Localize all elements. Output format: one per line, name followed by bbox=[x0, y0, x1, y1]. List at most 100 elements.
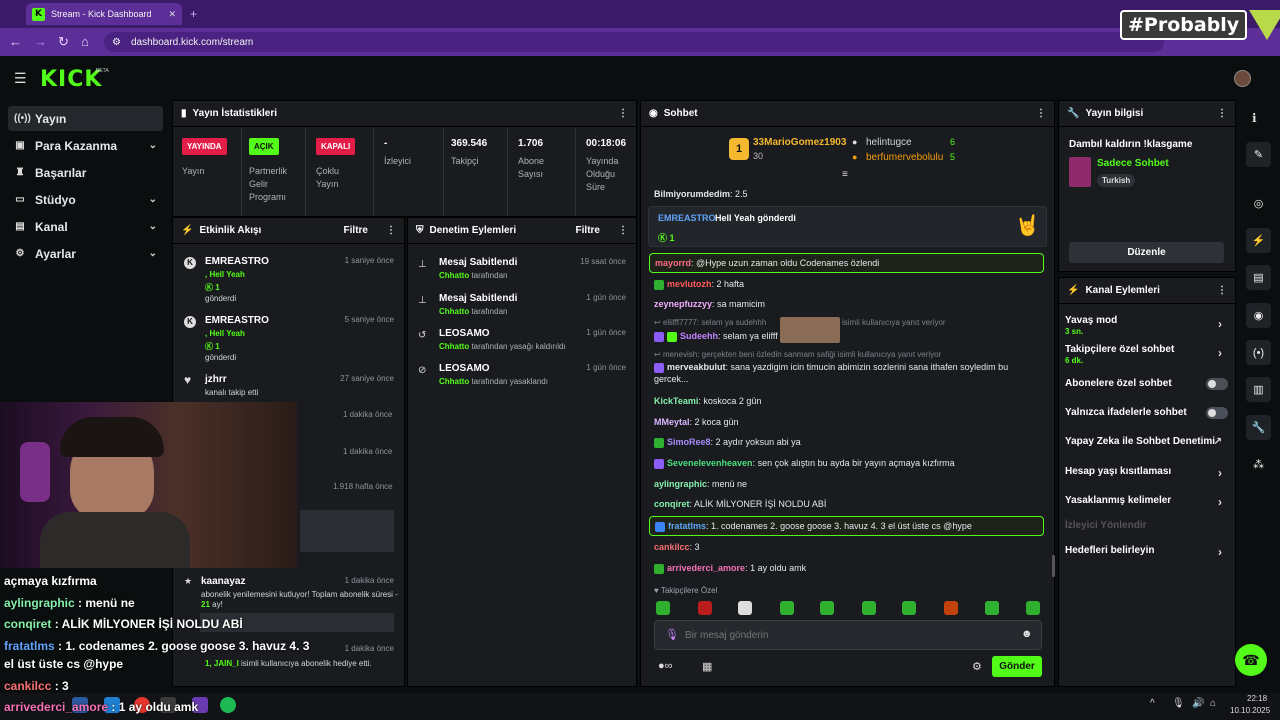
info-icon[interactable]: ℹ bbox=[1252, 111, 1257, 125]
nav-ayarlar[interactable]: ⚙ Ayarlar ⌄ bbox=[8, 241, 163, 266]
activity-user[interactable]: EMREASTRO bbox=[205, 315, 269, 326]
lightning-icon[interactable]: ⚡ bbox=[1246, 228, 1271, 253]
more-options-icon[interactable]: ⋮ bbox=[618, 108, 628, 119]
emote-icon[interactable] bbox=[738, 601, 752, 615]
moderation-action[interactable]: LEOSAMO bbox=[439, 328, 490, 339]
more-options-icon[interactable]: ⋮ bbox=[1036, 108, 1046, 119]
chat-user[interactable]: zeynepfuzzyy bbox=[654, 299, 712, 309]
send-button[interactable]: Gönder bbox=[992, 656, 1042, 677]
moderator-name[interactable]: Chhatto bbox=[439, 377, 469, 386]
chat-user[interactable]: KickTeami bbox=[654, 396, 698, 406]
emote-icon[interactable] bbox=[944, 601, 958, 615]
spotify-icon[interactable] bbox=[220, 697, 236, 713]
chat-scrollbar[interactable] bbox=[1052, 555, 1055, 577]
emote-icon[interactable] bbox=[698, 601, 712, 615]
chat-user[interactable]: mevlutozh bbox=[667, 279, 712, 289]
apps-icon[interactable]: ⁂ bbox=[1246, 452, 1271, 477]
home-icon[interactable]: ⌂ bbox=[81, 34, 89, 49]
forward-icon[interactable]: → bbox=[34, 34, 47, 49]
collapse-leaderboard-icon[interactable]: ≡ bbox=[842, 169, 848, 180]
back-icon[interactable]: ← bbox=[9, 34, 22, 49]
subscribers-only-toggle[interactable] bbox=[1206, 378, 1228, 390]
moderation-action[interactable]: LEOSAMO bbox=[439, 363, 490, 374]
stream-category[interactable]: Sadece Sohbet bbox=[1097, 158, 1169, 169]
chat-user[interactable]: Sudeehh bbox=[680, 331, 718, 341]
layout-icon[interactable]: ▥ bbox=[1246, 377, 1271, 402]
chat-user[interactable]: fratatlms bbox=[668, 521, 706, 531]
new-tab-icon[interactable]: + bbox=[190, 7, 197, 21]
emote-icon[interactable] bbox=[1026, 601, 1040, 615]
leader-name[interactable]: helintugce bbox=[866, 137, 912, 148]
nav-kanal[interactable]: ▤ Kanal ⌄ bbox=[8, 214, 163, 239]
mic-icon[interactable]: 🎙 bbox=[1172, 698, 1185, 709]
slow-mode-setting[interactable]: Yavaş mod 3 sn. › bbox=[1065, 315, 1230, 336]
url-bar[interactable]: ⚙ dashboard.kick.com/stream bbox=[104, 32, 1164, 52]
close-tab-icon[interactable]: ✕ bbox=[168, 9, 176, 20]
clock-date[interactable]: 10.10.2025 bbox=[1230, 706, 1270, 715]
chat-icon[interactable]: ◉ bbox=[1246, 303, 1271, 328]
chat-user[interactable]: arrivederci_amore bbox=[667, 563, 745, 573]
emote-icon[interactable] bbox=[862, 601, 876, 615]
support-button[interactable]: ☎ bbox=[1235, 644, 1267, 676]
nav-para-kazanma[interactable]: ▣ Para Kazanma ⌄ bbox=[8, 133, 163, 158]
store-icon[interactable]: ▦ bbox=[702, 660, 712, 673]
mic-icon[interactable]: 🎙 bbox=[665, 628, 679, 641]
followers-only-setting[interactable]: Takipçilere özel sohbet 6 dk. › bbox=[1065, 344, 1230, 365]
nav-yayin[interactable]: ((•)) Yayın bbox=[8, 106, 163, 131]
site-info-icon[interactable]: ⚙ bbox=[112, 37, 121, 48]
activity-user[interactable]: jzhrr bbox=[205, 374, 227, 385]
more-options-icon[interactable]: ⋮ bbox=[618, 225, 628, 236]
ai-moderation-setting[interactable]: Yapay Zeka ile Sohbet Denetimi ↗ bbox=[1065, 436, 1230, 447]
moderation-filter-button[interactable]: Filtre bbox=[576, 225, 600, 236]
activity-filter-button[interactable]: Filtre bbox=[344, 225, 368, 236]
clock-time[interactable]: 22:18 bbox=[1247, 694, 1267, 703]
emote-icon[interactable] bbox=[780, 601, 794, 615]
menu-icon[interactable]: ☰ bbox=[14, 70, 27, 87]
browser-tab[interactable]: K Stream - Kick Dashboard ✕ bbox=[26, 3, 182, 25]
chat-user[interactable]: MMeytal bbox=[654, 417, 690, 427]
more-options-icon[interactable]: ⋮ bbox=[1217, 285, 1227, 296]
avatar[interactable] bbox=[1234, 70, 1251, 87]
emote-icon[interactable] bbox=[820, 601, 834, 615]
moderator-name[interactable]: Chhatto bbox=[439, 307, 469, 316]
more-options-icon[interactable]: ⋮ bbox=[1217, 108, 1227, 119]
pencil-icon[interactable]: ✎ bbox=[1246, 142, 1271, 167]
leader-name[interactable]: berfumervebolulu bbox=[866, 152, 943, 163]
document-icon[interactable]: ▤ bbox=[1246, 265, 1271, 290]
more-options-icon[interactable]: ⋮ bbox=[386, 225, 396, 236]
nav-studyo[interactable]: ▭ Stüdyo ⌄ bbox=[8, 187, 163, 212]
tray-chevron-icon[interactable]: ^ bbox=[1150, 698, 1155, 709]
activity-user[interactable]: EMREASTRO bbox=[205, 256, 269, 267]
set-goals-setting[interactable]: Hedefleri belirleyin › bbox=[1065, 545, 1230, 559]
kick-logo[interactable]: KICK bbox=[40, 67, 102, 92]
nav-basarilar[interactable]: ♜ Başarılar bbox=[8, 160, 163, 185]
chat-user[interactable]: Sevenelevenheaven bbox=[667, 458, 753, 468]
emotes-only-toggle[interactable] bbox=[1206, 407, 1228, 419]
emote-icon[interactable] bbox=[985, 601, 999, 615]
reload-icon[interactable]: ↻ bbox=[58, 34, 69, 50]
chat-user[interactable]: SimoRee8 bbox=[667, 437, 711, 447]
chat-settings-icon[interactable]: ●∞ bbox=[658, 660, 673, 672]
gear-icon[interactable]: ⚙ bbox=[972, 660, 982, 673]
emoji-icon[interactable]: ☻ bbox=[1021, 628, 1033, 640]
emote-icon[interactable] bbox=[656, 601, 670, 615]
activity-user[interactable]: kaanayaz bbox=[201, 576, 245, 587]
chat-input[interactable] bbox=[685, 626, 1005, 644]
camera-icon[interactable]: ◎ bbox=[1246, 191, 1271, 216]
leader-name[interactable]: 33MarioGomez1903 bbox=[753, 137, 846, 148]
broadcast-icon[interactable]: (•) bbox=[1246, 340, 1271, 365]
gift-user[interactable]: EMREASTRO bbox=[658, 213, 716, 223]
moderator-name[interactable]: Chhatto bbox=[439, 271, 469, 280]
banned-words-setting[interactable]: Yasaklanmış kelimeler › bbox=[1065, 495, 1230, 509]
speaker-icon[interactable]: 🔊 bbox=[1192, 698, 1204, 709]
chat-user[interactable]: cankilcc bbox=[654, 542, 690, 552]
chat-user[interactable]: Bilmiyorumdedim bbox=[654, 189, 730, 199]
account-age-setting[interactable]: Hesap yaşı kısıtlaması › bbox=[1065, 466, 1230, 480]
chat-user[interactable]: mayorrd bbox=[655, 258, 691, 268]
moderator-name[interactable]: Chhatto bbox=[439, 342, 469, 351]
network-icon[interactable]: ⌂ bbox=[1210, 698, 1216, 709]
wrench-icon[interactable]: 🔧 bbox=[1246, 415, 1271, 440]
chat-user[interactable]: merveakbulut bbox=[667, 362, 726, 372]
chat-user[interactable]: aylingraphic bbox=[654, 479, 707, 489]
emote-icon[interactable] bbox=[902, 601, 916, 615]
